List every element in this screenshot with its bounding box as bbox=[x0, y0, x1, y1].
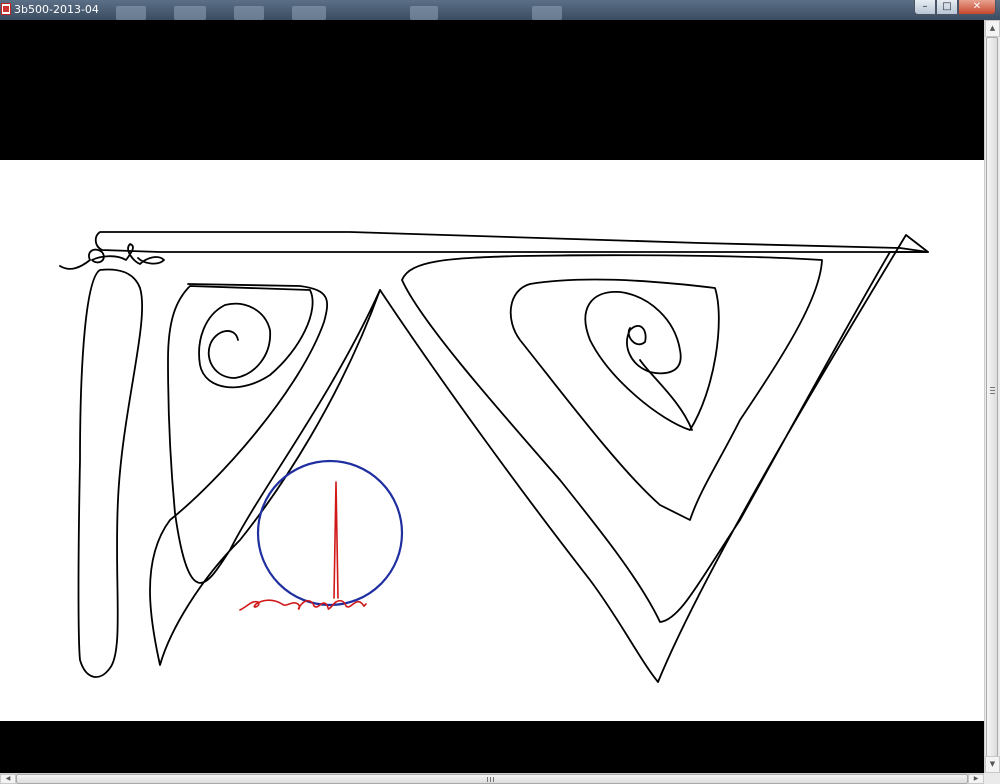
red-spike-stroke bbox=[333, 481, 339, 599]
scroll-down-icon: ▼ bbox=[989, 760, 996, 768]
grip-line bbox=[990, 393, 995, 394]
vertical-scroll-thumb[interactable] bbox=[986, 37, 998, 757]
top-bar-stroke bbox=[94, 231, 929, 253]
taskbar-thumbnail[interactable] bbox=[292, 6, 326, 20]
maximize-button[interactable]: □ bbox=[936, 0, 958, 15]
window-title: 3b500-2013-04 bbox=[14, 3, 99, 16]
grip-line bbox=[990, 387, 995, 388]
left-spiral-stroke bbox=[149, 283, 381, 666]
taskbar-thumbnail[interactable] bbox=[174, 6, 206, 20]
taskbar-thumbnail[interactable] bbox=[532, 6, 562, 20]
taskbar-thumbnail[interactable] bbox=[116, 6, 146, 20]
taskbar-thumbnail[interactable] bbox=[234, 6, 264, 20]
horizontal-scroll-thumb[interactable] bbox=[16, 774, 968, 784]
scroll-left-button[interactable]: ◀ bbox=[0, 774, 16, 784]
scroll-left-icon: ◀ bbox=[5, 775, 11, 782]
window-controls: – □ ✕ bbox=[914, 0, 996, 16]
scroll-up-button[interactable]: ▲ bbox=[985, 20, 1000, 37]
grip-line bbox=[493, 777, 494, 782]
right-triangle-stroke bbox=[379, 234, 929, 683]
scroll-down-button[interactable]: ▼ bbox=[985, 756, 1000, 773]
taskbar-thumbnail[interactable] bbox=[410, 6, 438, 20]
scroll-right-button[interactable]: ▶ bbox=[968, 774, 984, 784]
close-button[interactable]: ✕ bbox=[958, 0, 996, 15]
red-scribble-stroke bbox=[239, 599, 367, 611]
drawing-canvas bbox=[0, 160, 984, 721]
top-left-curls-stroke bbox=[59, 243, 165, 270]
horizontal-scrollbar[interactable]: ◀ ▶ bbox=[0, 773, 984, 784]
maximize-icon: □ bbox=[942, 1, 952, 12]
minimize-button[interactable]: – bbox=[914, 0, 936, 15]
scroll-up-icon: ▲ bbox=[989, 24, 996, 32]
minimize-icon: – bbox=[922, 1, 928, 12]
grip-line bbox=[487, 777, 488, 782]
line-drawing bbox=[59, 231, 929, 683]
left-bar-stroke bbox=[77, 268, 144, 678]
taskbar-thumbnails bbox=[110, 6, 570, 20]
vertical-scrollbar[interactable]: ▲ ▼ bbox=[984, 20, 1000, 773]
scrollbar-corner bbox=[984, 773, 1000, 784]
grip-line bbox=[990, 390, 995, 391]
close-icon: ✕ bbox=[972, 1, 982, 12]
grip-line bbox=[490, 777, 491, 782]
scroll-right-icon: ▶ bbox=[973, 775, 979, 782]
window-titlebar[interactable]: 3b500-2013-04 – □ ✕ bbox=[0, 0, 1000, 20]
blue-circle-stroke bbox=[256, 459, 404, 607]
image-viewport[interactable] bbox=[0, 20, 984, 773]
image-viewer-icon bbox=[1, 3, 11, 15]
